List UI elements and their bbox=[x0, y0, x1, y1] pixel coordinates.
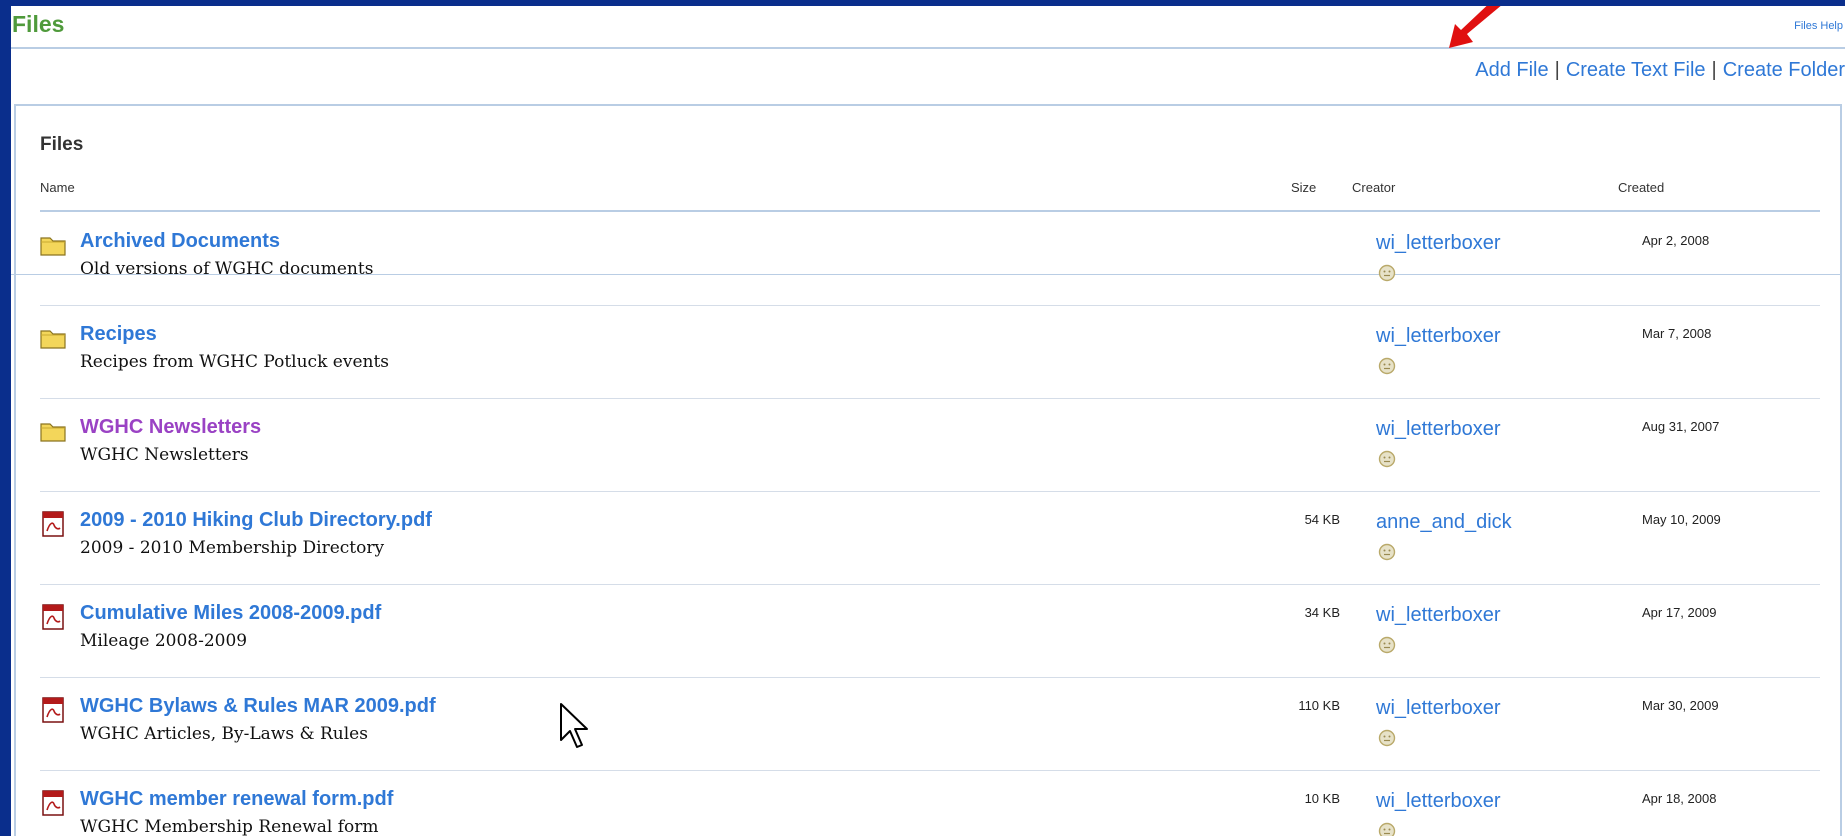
file-size: 54 KB bbox=[1304, 512, 1340, 527]
file-row: WGHC member renewal form.pdf WGHC Members… bbox=[40, 770, 1820, 836]
folder-icon[interactable] bbox=[40, 232, 66, 258]
offline-status-icon bbox=[1378, 543, 1396, 561]
folder-link[interactable]: Recipes bbox=[80, 323, 157, 346]
column-header-creator[interactable]: Creator bbox=[1352, 180, 1395, 195]
file-row: Cumulative Miles 2008-2009.pdf Mileage 20… bbox=[40, 584, 1820, 678]
files-panel: Files Name Size Creator Created Archived… bbox=[11, 104, 1842, 836]
offline-status-icon bbox=[1378, 822, 1396, 836]
created-date: Mar 30, 2009 bbox=[1642, 698, 1719, 713]
item-description: 2009 - 2010 Membership Directory bbox=[80, 538, 385, 558]
created-date: May 10, 2009 bbox=[1642, 512, 1721, 527]
column-header-created[interactable]: Created bbox=[1618, 180, 1664, 195]
separator: | bbox=[1554, 59, 1560, 81]
item-description: Old versions of WGHC documents bbox=[80, 259, 374, 279]
item-description: WGHC Articles, By-Laws & Rules bbox=[80, 724, 368, 744]
offline-status-icon bbox=[1378, 357, 1396, 375]
column-header-name[interactable]: Name bbox=[40, 180, 75, 195]
page-header: Files Files Help bbox=[11, 6, 1845, 49]
pdf-file-icon[interactable] bbox=[40, 604, 66, 630]
file-size: 10 KB bbox=[1304, 791, 1340, 806]
item-description: WGHC Membership Renewal form bbox=[80, 817, 379, 836]
folder-link[interactable]: WGHC Newsletters bbox=[80, 416, 261, 439]
file-link[interactable]: 2009 - 2010 Hiking Club Directory.pdf bbox=[80, 509, 432, 532]
folder-row: Recipes Recipes from WGHC Potluck events w… bbox=[40, 305, 1820, 399]
mouse-cursor-icon bbox=[560, 703, 588, 748]
files-page: Files Files Help Add File | Create Text Fi… bbox=[11, 6, 1845, 836]
offline-status-icon bbox=[1378, 450, 1396, 468]
creator-link[interactable]: wi_letterboxer bbox=[1376, 604, 1501, 627]
files-help-link[interactable]: Files Help bbox=[1794, 20, 1843, 32]
file-link[interactable]: WGHC member renewal form.pdf bbox=[80, 788, 393, 811]
file-actions: Add File | Create Text File | Create Folder bbox=[1475, 59, 1845, 82]
red-arrow-icon bbox=[1449, 6, 1501, 48]
creator-link[interactable]: anne_and_dick bbox=[1376, 511, 1512, 534]
separator: | bbox=[1711, 59, 1717, 81]
item-description: WGHC Newsletters bbox=[80, 445, 249, 465]
pdf-file-icon[interactable] bbox=[40, 697, 66, 723]
folder-icon[interactable] bbox=[40, 418, 66, 444]
item-description: Mileage 2008-2009 bbox=[80, 631, 248, 651]
pdf-file-icon[interactable] bbox=[40, 790, 66, 816]
folder-row: Archived Documents Old versions of WGHC d… bbox=[40, 212, 1820, 306]
creator-link[interactable]: wi_letterboxer bbox=[1376, 790, 1501, 813]
file-size: 34 KB bbox=[1304, 605, 1340, 620]
folder-icon[interactable] bbox=[40, 325, 66, 351]
offline-status-icon bbox=[1378, 264, 1396, 282]
add-file-link[interactable]: Add File bbox=[1475, 59, 1548, 81]
file-size: 110 KB bbox=[1298, 698, 1340, 713]
created-date: Apr 2, 2008 bbox=[1642, 233, 1710, 248]
create-folder-link[interactable]: Create Folder bbox=[1723, 59, 1845, 81]
creator-link[interactable]: wi_letterboxer bbox=[1376, 232, 1501, 255]
section-title: Files bbox=[40, 134, 84, 155]
file-row: 2009 - 2010 Hiking Club Directory.pdf 200… bbox=[40, 491, 1820, 585]
creator-link[interactable]: wi_letterboxer bbox=[1376, 418, 1501, 441]
column-header-size[interactable]: Size bbox=[1291, 180, 1316, 195]
file-link[interactable]: WGHC Bylaws & Rules MAR 2009.pdf bbox=[80, 695, 436, 718]
page-title: Files bbox=[12, 11, 65, 37]
created-date: Apr 17, 2009 bbox=[1642, 605, 1717, 620]
file-link[interactable]: Cumulative Miles 2008-2009.pdf bbox=[80, 602, 381, 625]
created-date: Aug 31, 2007 bbox=[1642, 419, 1720, 434]
offline-status-icon bbox=[1378, 636, 1396, 654]
offline-status-icon bbox=[1378, 729, 1396, 747]
created-date: Apr 18, 2008 bbox=[1642, 791, 1717, 806]
item-description: Recipes from WGHC Potluck events bbox=[80, 352, 390, 372]
creator-link[interactable]: wi_letterboxer bbox=[1376, 325, 1501, 348]
creator-link[interactable]: wi_letterboxer bbox=[1376, 697, 1501, 720]
pdf-file-icon[interactable] bbox=[40, 511, 66, 537]
folder-row: WGHC Newsletters WGHC Newsletters wi_lette… bbox=[40, 398, 1820, 492]
file-row: WGHC Bylaws & Rules MAR 2009.pdf WGHC Art… bbox=[40, 677, 1820, 771]
created-date: Mar 7, 2008 bbox=[1642, 326, 1712, 341]
folder-link[interactable]: Archived Documents bbox=[80, 230, 280, 253]
create-text-file-link[interactable]: Create Text File bbox=[1566, 59, 1706, 81]
